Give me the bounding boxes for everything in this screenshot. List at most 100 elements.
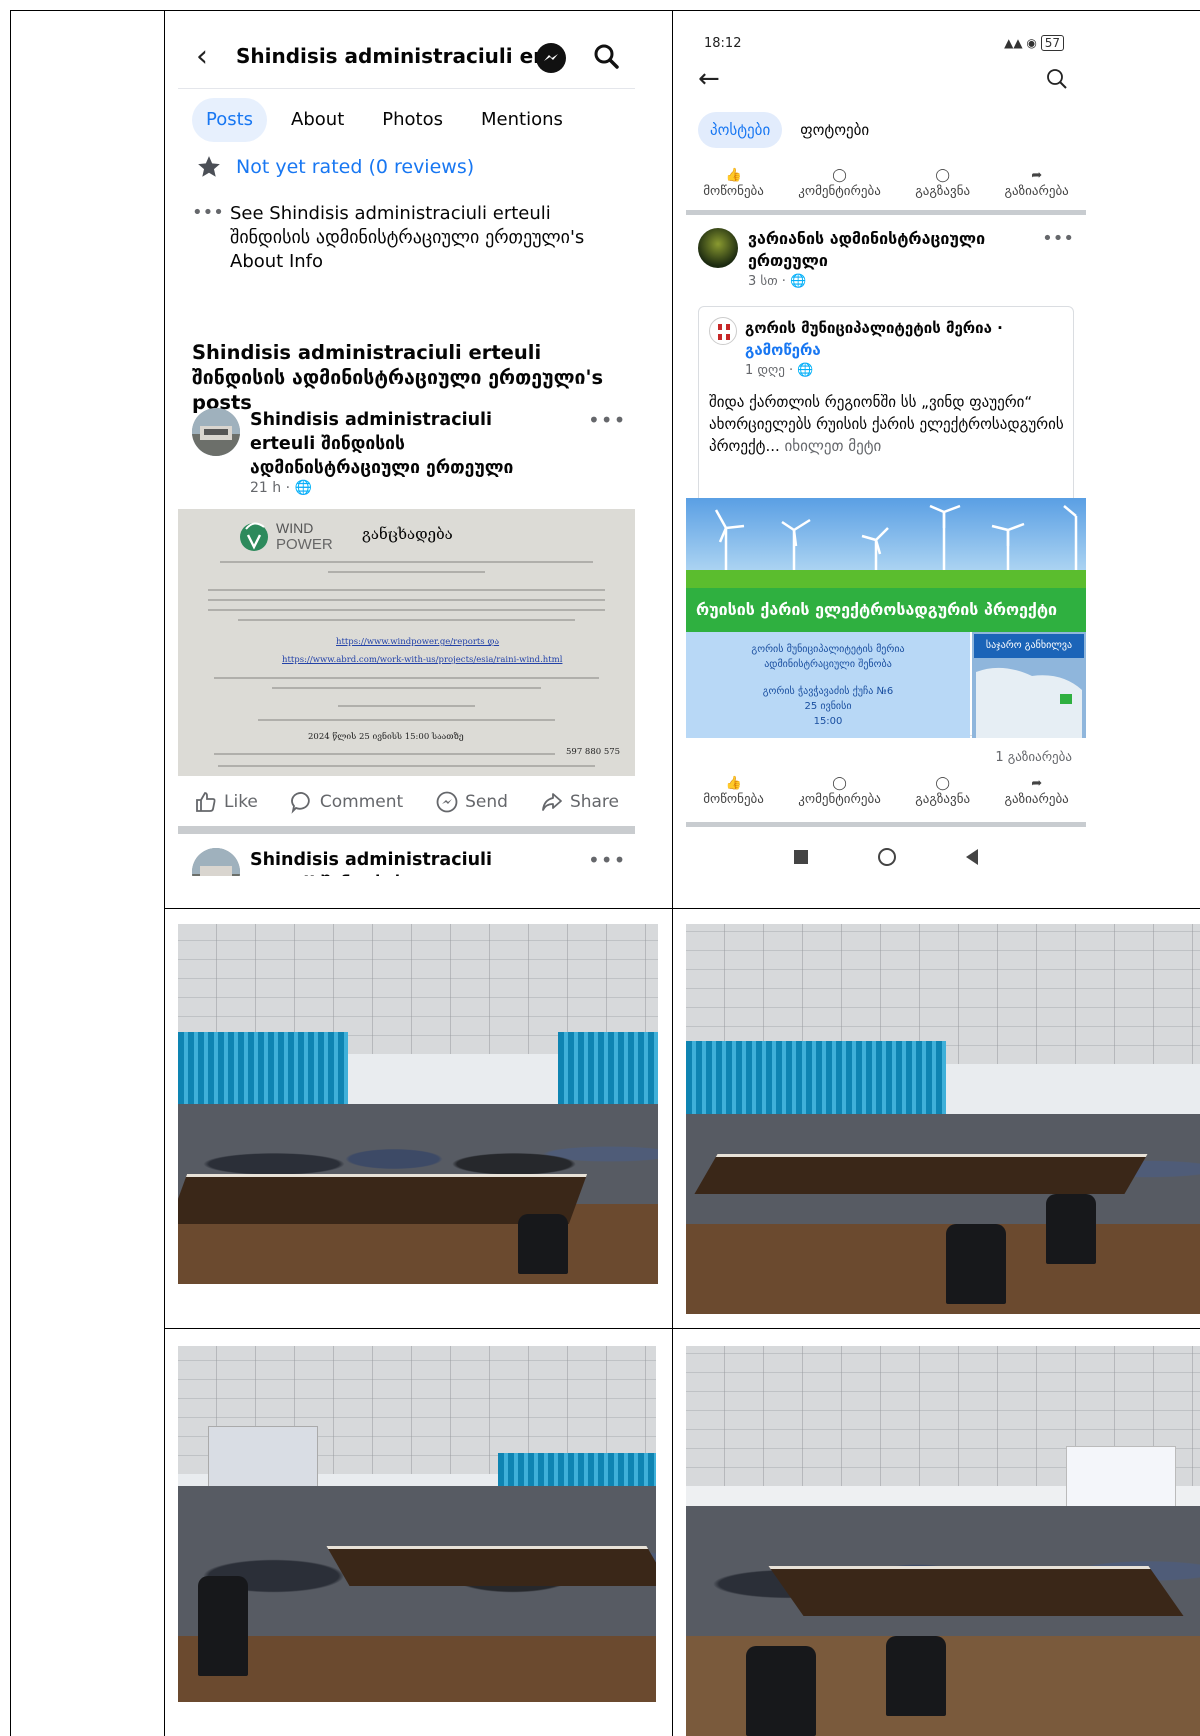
meeting-photo-2[interactable] [686,924,1200,1314]
back-arrow-icon[interactable]: ‹ [196,42,208,72]
announcement-text-line [208,609,605,611]
announcement-text-line [220,561,593,563]
post-time-text: 3 სთ · [748,274,791,289]
announcement-link-2: https://www.abrd.com/work-with-us/projec… [282,655,563,665]
share-label: გაზიარება [1004,792,1069,807]
project-banner-image[interactable]: რუისის ქარის ელექტროსადგურის პროექტი გორ… [686,498,1086,738]
share-button[interactable]: Share [540,784,619,820]
meeting-photo-3[interactable] [178,1346,656,1702]
announcement-text-line [208,599,605,601]
banner-info-line: ადმინისტრაციული შენობა [764,659,892,670]
shared-text-body: შიდა ქართლის რეგიონში სს „ვინდ ფაუერი“ ა… [709,393,1064,455]
send-label: გაგზავნა [915,792,971,807]
share-label: Share [569,792,619,812]
avatar[interactable] [192,408,240,456]
share-count[interactable]: 1 გაზიარება [995,750,1072,765]
svg-text:POWER: POWER [276,536,333,553]
photo-conference-table [694,1154,1148,1194]
post-time-text: 21 h · [250,480,295,496]
post-actions: Like Comment Send Share [178,784,635,820]
meeting-photo-1[interactable] [178,924,658,1284]
tab-about[interactable]: About [277,98,358,142]
post-author-name[interactable]: ვარიანის ადმინისტრაციული ერთეული [748,228,1028,272]
page-tabs: პოსტები ფოტოები [698,112,881,148]
see-more-link[interactable]: იხილეთ მეტი [785,437,882,455]
photo-conference-table [768,1566,1184,1616]
like-button[interactable]: Like [194,784,258,820]
send-label: გაგზავნა [915,184,971,199]
avatar[interactable] [192,848,240,876]
like-label: მოწონება [703,184,764,199]
send-button[interactable]: ◯ გაგზავნა [915,168,970,208]
post-options-icon[interactable]: ••• [588,408,626,432]
table-column-divider-2 [672,10,673,1736]
post-options-icon[interactable]: ••• [588,848,626,872]
like-button[interactable]: 👍 მოწონება [703,168,764,208]
battery-icon: 57 [1040,35,1064,51]
meeting-photo-4[interactable] [686,1346,1200,1736]
tab-posts[interactable]: პოსტები [698,112,783,148]
like-label: Like [224,792,258,812]
tab-posts[interactable]: Posts [192,98,268,142]
status-bar-time: 18:12 [704,36,742,51]
rating-row[interactable]: Not yet rated (0 reviews) [196,151,474,183]
wifi-icon: ◉ [1026,36,1037,50]
messenger-icon[interactable] [536,43,566,73]
send-button[interactable]: ◯ გაგზავნა [915,776,970,816]
photo-chair [746,1646,816,1736]
banner-info-box: გორის მუნიციპალიტეტის მერია ადმინისტრაცი… [686,632,970,738]
photo-chair [518,1214,568,1274]
android-facebook-screenshot: 18:12 ▲▲ ◉ 57 ← პოსტები ფოტოები 👍 მოწონებ… [686,28,1086,876]
recents-square-icon[interactable] [794,850,808,864]
comment-button[interactable]: ◯ კომენტირება [798,776,881,816]
post-actions-bottom: 👍 მოწონება ◯ კომენტირება ◯ გაგზავნა ➦ გაზიარ… [686,776,1086,816]
announcement-image[interactable]: WIND POWER განცხადება https://www.windpo… [178,509,635,776]
photo-chair [1046,1194,1096,1264]
shared-time-text: 1 დღე · [745,363,798,378]
facebook-page-screenshot: ‹ Shindisis administraciuli er... Posts … [178,28,635,876]
announcement-text-line [328,571,485,573]
back-triangle-icon[interactable] [966,849,978,865]
header-divider [178,88,635,89]
comment-button[interactable]: Comment [290,784,403,820]
tab-photos[interactable]: ფოტოები [788,112,881,148]
shared-author-text: გორის მუნიციპალიტეტის მერია · [745,319,1003,337]
tab-mentions[interactable]: Mentions [467,98,577,142]
announcement-phone: 597 880 575 [566,747,621,757]
post-options-icon[interactable]: ••• [1042,228,1074,249]
announcement-text-line [338,705,475,707]
avatar[interactable] [698,228,738,268]
comment-icon: ◯ [832,168,847,183]
announcement-text-line [258,719,555,721]
back-arrow-icon[interactable]: ← [698,64,720,94]
share-button[interactable]: ➦ გაზიარება [1005,168,1069,208]
search-icon[interactable] [1046,68,1068,94]
post-author-name[interactable]: Shindisis administraciuli erteuli შინდის… [250,848,550,876]
banner-info-line: გორის მუნიციპალიტეტის მერია [751,644,905,655]
share-button[interactable]: ➦ გაზიარება [1005,776,1069,816]
send-button[interactable]: Send [435,784,508,820]
shared-author-name[interactable]: გორის მუნიციპალიტეტის მერია · გამოწერა [745,317,1065,361]
home-circle-icon[interactable] [878,848,896,866]
globe-icon: 🌐 [294,480,312,496]
wind-power-logo: WIND POWER [236,515,346,559]
table-column-divider-1 [164,10,165,1736]
banner-info-line: გორის ჭავჭავაძის ქუჩა №6 [762,686,894,697]
star-icon [198,156,220,177]
photo-chair [886,1636,946,1716]
table-border-left [10,10,11,1736]
search-icon[interactable] [593,43,619,73]
follow-link[interactable]: გამოწერა [745,341,821,359]
table-row-divider-1 [164,908,1200,909]
post-time: 21 h · 🌐 [250,480,312,496]
announcement-text-line [238,619,575,621]
announcement-text-line [218,765,595,767]
send-label: Send [465,792,508,812]
tab-photos[interactable]: Photos [368,98,457,142]
post-author-name[interactable]: Shindisis administraciuli erteuli შინდის… [250,408,550,480]
messenger-outline-icon [436,791,458,813]
comment-button[interactable]: ◯ კომენტირება [798,168,881,208]
like-button[interactable]: 👍 მოწონება [703,776,764,816]
post-separator [686,210,1086,215]
